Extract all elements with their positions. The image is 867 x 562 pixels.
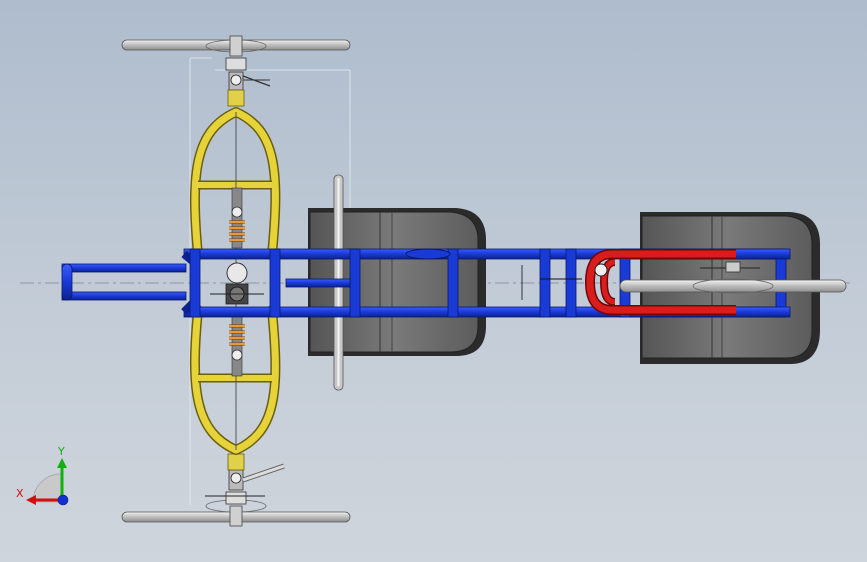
shock-absorber-top [229,187,245,249]
shock-absorber-bottom [229,315,245,377]
triad-y-arrow [57,458,67,468]
front-hub-bottom [205,453,285,505]
trike-frame-model[interactable]: X Y [0,0,867,562]
cad-viewport[interactable]: X Y [0,0,867,562]
orientation-triad: X Y [16,445,69,506]
triad-z-dot [57,494,69,506]
triad-x-label: X [16,487,24,500]
triad-x-arrow [26,495,36,505]
front-wheel-top[interactable] [121,35,351,57]
front-hub-top [225,57,271,107]
triad-y-label: Y [57,445,65,458]
